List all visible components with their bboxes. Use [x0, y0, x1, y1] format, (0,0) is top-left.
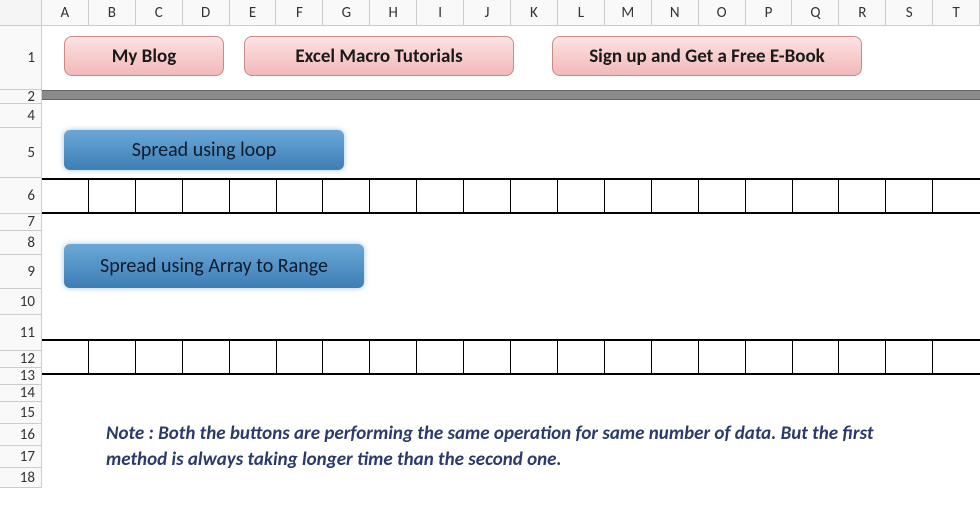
row-header[interactable]: 1 [0, 26, 42, 90]
cell[interactable] [652, 180, 699, 212]
row-header[interactable]: 14 [0, 385, 42, 402]
cell[interactable] [886, 180, 933, 212]
separator-bar [42, 90, 980, 100]
row-header[interactable]: 5 [0, 128, 42, 178]
col-header[interactable]: H [370, 0, 417, 25]
cell[interactable] [933, 180, 980, 212]
cell[interactable] [793, 180, 840, 212]
cell[interactable] [558, 180, 605, 212]
spread-using-array-button[interactable]: Spread using Array to Range [64, 244, 364, 288]
cell[interactable] [652, 341, 699, 373]
col-header[interactable]: C [136, 0, 183, 25]
row-header[interactable]: 16 [0, 424, 42, 446]
col-header[interactable]: O [699, 0, 746, 25]
cell[interactable] [699, 341, 746, 373]
cell[interactable] [933, 341, 980, 373]
cell[interactable] [839, 341, 886, 373]
cell[interactable] [136, 180, 183, 212]
row-header[interactable]: 6 [0, 178, 42, 214]
cell[interactable] [558, 341, 605, 373]
cell[interactable] [42, 180, 89, 212]
row-header[interactable]: 13 [0, 368, 42, 385]
row-header[interactable]: 9 [0, 255, 42, 289]
cell[interactable] [277, 341, 324, 373]
cell[interactable] [42, 341, 89, 373]
output-row-11[interactable] [42, 339, 980, 375]
col-header[interactable]: K [511, 0, 558, 25]
cell[interactable] [511, 341, 558, 373]
cell[interactable] [230, 180, 277, 212]
excel-macro-tutorials-button[interactable]: Excel Macro Tutorials [244, 36, 514, 76]
cell[interactable] [886, 341, 933, 373]
cell[interactable] [323, 180, 370, 212]
col-header[interactable]: M [605, 0, 652, 25]
col-header[interactable]: L [558, 0, 605, 25]
cell[interactable] [417, 341, 464, 373]
sheet-overlay: My Blog Excel Macro Tutorials Sign up an… [42, 26, 980, 513]
cell[interactable] [746, 341, 793, 373]
col-header[interactable]: G [323, 0, 370, 25]
cell[interactable] [136, 341, 183, 373]
col-header[interactable]: S [886, 0, 933, 25]
col-header[interactable]: A [42, 0, 89, 25]
note-text: Note : Both the buttons are performing t… [106, 421, 896, 473]
col-header[interactable]: J [464, 0, 511, 25]
row-header[interactable]: 8 [0, 231, 42, 255]
row-header[interactable]: 12 [0, 351, 42, 368]
col-header[interactable]: B [89, 0, 136, 25]
col-header[interactable]: R [839, 0, 886, 25]
signup-ebook-button[interactable]: Sign up and Get a Free E-Book [552, 36, 862, 76]
cell[interactable] [605, 180, 652, 212]
row-header[interactable]: 7 [0, 214, 42, 231]
col-header[interactable]: E [230, 0, 277, 25]
col-header[interactable]: I [417, 0, 464, 25]
select-all-corner[interactable] [0, 0, 42, 25]
cell[interactable] [323, 341, 370, 373]
column-headers: A B C D E F G H I J K L M N O P Q R S T [0, 0, 980, 26]
col-header[interactable]: P [746, 0, 793, 25]
output-row-6[interactable] [42, 178, 980, 214]
row-header[interactable]: 4 [0, 104, 42, 128]
cell[interactable] [605, 341, 652, 373]
col-header[interactable]: T [933, 0, 980, 25]
row-header[interactable]: 17 [0, 446, 42, 468]
col-header[interactable]: D [183, 0, 230, 25]
col-header[interactable]: N [652, 0, 699, 25]
my-blog-button[interactable]: My Blog [64, 36, 224, 76]
cell[interactable] [699, 180, 746, 212]
spread-using-loop-button[interactable]: Spread using loop [64, 130, 344, 170]
cell[interactable] [370, 341, 417, 373]
cell[interactable] [464, 341, 511, 373]
cell[interactable] [89, 341, 136, 373]
row-header[interactable]: 15 [0, 402, 42, 424]
row-header[interactable]: 2 [0, 90, 42, 104]
cell[interactable] [464, 180, 511, 212]
col-header[interactable]: F [276, 0, 323, 25]
cell[interactable] [746, 180, 793, 212]
cell[interactable] [417, 180, 464, 212]
cell[interactable] [183, 341, 230, 373]
col-header[interactable]: Q [792, 0, 839, 25]
cell[interactable] [370, 180, 417, 212]
cell[interactable] [230, 341, 277, 373]
row-header[interactable]: 11 [0, 315, 42, 351]
cell[interactable] [839, 180, 886, 212]
row-header[interactable]: 10 [0, 289, 42, 315]
cell[interactable] [793, 341, 840, 373]
cell[interactable] [183, 180, 230, 212]
cell[interactable] [277, 180, 324, 212]
cell[interactable] [89, 180, 136, 212]
cell[interactable] [511, 180, 558, 212]
row-header[interactable]: 18 [0, 468, 42, 488]
